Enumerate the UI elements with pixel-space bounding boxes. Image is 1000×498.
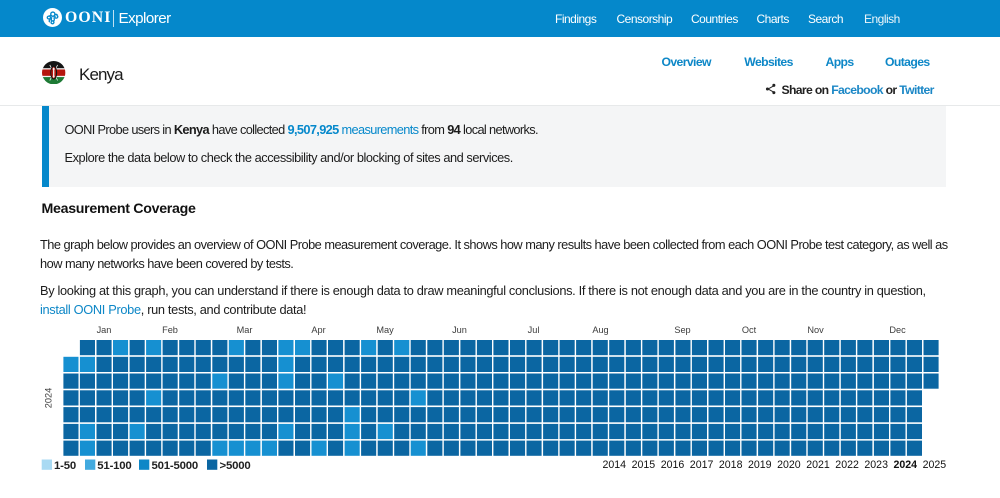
svg-text:2022: 2022 [835,459,859,471]
svg-text:Mar: Mar [237,325,253,335]
svg-text:Aug: Aug [592,325,608,335]
svg-text:2014: 2014 [603,459,627,471]
svg-text:2015: 2015 [632,459,656,471]
svg-text:2024: 2024 [894,459,918,471]
svg-text:2024: 2024 [44,388,54,408]
svg-text:1-50: 1-50 [54,460,76,472]
svg-text:2025: 2025 [923,459,947,471]
svg-text:Oct: Oct [742,325,757,335]
svg-text:Nov: Nov [807,325,824,335]
svg-text:2019: 2019 [748,459,772,471]
svg-text:2021: 2021 [806,459,830,471]
svg-text:501-5000: 501-5000 [152,460,199,472]
svg-text:51-100: 51-100 [97,460,131,472]
svg-text:Apr: Apr [311,325,325,335]
svg-text:2018: 2018 [719,459,743,471]
svg-text:2020: 2020 [777,459,801,471]
svg-text:>5000: >5000 [220,460,251,472]
svg-text:2023: 2023 [864,459,888,471]
svg-text:2016: 2016 [661,459,685,471]
svg-text:Feb: Feb [162,325,178,335]
svg-text:Jan: Jan [97,325,112,335]
svg-text:Dec: Dec [889,325,906,335]
svg-text:Jul: Jul [528,325,540,335]
svg-text:May: May [376,325,394,335]
svg-text:Sep: Sep [674,325,690,335]
svg-text:2017: 2017 [690,459,714,471]
svg-text:Jun: Jun [452,325,467,335]
